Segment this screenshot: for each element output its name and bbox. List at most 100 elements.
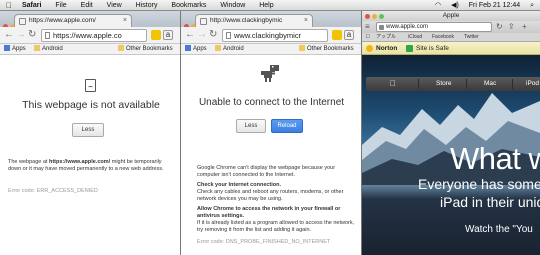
- page-content: Unable to connect to the Internet Less R…: [181, 55, 361, 255]
- address-bar[interactable]: https://www.apple.co: [41, 29, 147, 42]
- forward-icon[interactable]: →: [197, 29, 207, 41]
- norton-check-icon: [366, 45, 373, 52]
- folder-icon: [118, 45, 124, 51]
- star-icon[interactable]: [151, 30, 161, 40]
- bookmark-android[interactable]: Android: [215, 44, 244, 55]
- reload-icon[interactable]: ↻: [28, 29, 36, 41]
- address-text: www.clackingbymicr: [234, 31, 302, 40]
- hero-subtitle-line-1: Everyone has somethi: [418, 176, 540, 192]
- toolbar: ← → ↻ https://www.apple.co a: [0, 27, 180, 44]
- menu-view[interactable]: View: [107, 2, 122, 9]
- sad-page-icon: [85, 79, 96, 92]
- address-bar[interactable]: www.clackingbymicr: [222, 29, 328, 42]
- menu-history[interactable]: History: [136, 2, 158, 9]
- watch-video-link[interactable]: Watch the "You: [465, 224, 533, 235]
- reload-icon[interactable]: ↻: [496, 21, 503, 33]
- folder-icon: [34, 45, 40, 51]
- nav-store[interactable]: Store: [436, 77, 452, 91]
- error-card: This webpage is not available Less The w…: [8, 73, 174, 253]
- check-connection-title: Check your Internet connection.: [197, 182, 282, 188]
- hero-subtitle-line-2: iPad in their uniqu: [440, 194, 540, 210]
- error-code: Error code: ERR_ACCESS_DENIED: [8, 188, 98, 194]
- error-intro: Google Chrome can't display the webpage …: [197, 165, 336, 178]
- bookmark-facebook[interactable]: Facebook: [432, 33, 454, 42]
- norton-label[interactable]: Norton: [376, 42, 397, 55]
- bookmark-other[interactable]: Other Bookmarks: [118, 44, 173, 55]
- bookmark-apps[interactable]: Apps: [185, 44, 207, 55]
- bookmark-icloud[interactable]: iCloud: [408, 33, 422, 42]
- menu-bookmarks[interactable]: Bookmarks: [171, 2, 206, 9]
- tab-strip: https://www.apple.com/ ×: [0, 11, 180, 29]
- wifi-icon[interactable]: ◠: [435, 2, 441, 9]
- apple-logo-icon[interactable]: : [390, 77, 396, 91]
- volume-icon[interactable]: ◀): [451, 2, 459, 9]
- menu-file[interactable]: File: [55, 2, 66, 9]
- address-bar[interactable]: www.apple.com: [376, 22, 492, 32]
- back-icon[interactable]: ←: [4, 29, 14, 41]
- reload-button[interactable]: Reload: [271, 119, 303, 133]
- bookmark-twitter[interactable]: Twitter: [464, 33, 479, 42]
- bookmark-other[interactable]: Other Bookmarks: [299, 44, 354, 55]
- menu-bar:  Safari File Edit View History Bookmark…: [0, 0, 540, 11]
- menu-safari[interactable]: Safari: [22, 2, 41, 9]
- error-code: Error code: DNS_PROBE_FINISHED_NO_INTERN…: [197, 239, 331, 245]
- tab-apple[interactable]: https://www.apple.com/ ×: [14, 14, 132, 27]
- page-content: This webpage is not available Less The w…: [0, 55, 180, 255]
- clock[interactable]: Fri Feb 21 12:44: [469, 2, 520, 9]
- address-text: https://www.apple.co: [53, 31, 122, 40]
- bookmarks-bar: Apps Android Other Bookmarks: [181, 44, 361, 55]
- nav-ipod[interactable]: iPod: [526, 77, 539, 91]
- apps-icon: [4, 45, 10, 51]
- menu-help[interactable]: Help: [259, 2, 273, 9]
- site-safe-label[interactable]: Site is Safe: [416, 42, 449, 55]
- tab-title: https://www.apple.com/: [29, 17, 96, 24]
- menu-items: Safari File Edit View History Bookmarks …: [22, 0, 286, 11]
- page-icon: [226, 32, 231, 39]
- check-connection-body: Check any cables and reboot any routers,…: [197, 189, 344, 202]
- chrome-window-access-denied: https://www.apple.com/ × ← → ↻ https://w…: [0, 11, 181, 255]
- window-title: Apple: [442, 12, 460, 19]
- apple-favicon-icon: [379, 25, 384, 30]
- spotlight-icon[interactable]: ⌕: [530, 2, 534, 9]
- close-icon[interactable]: ×: [304, 15, 308, 27]
- reading-list-icon[interactable]: □: [366, 33, 370, 42]
- menu-window[interactable]: Window: [220, 2, 245, 9]
- reload-icon[interactable]: ↻: [209, 29, 217, 41]
- sidebar-icon[interactable]: ≡: [365, 21, 370, 33]
- safari-window: Apple ≡ www.apple.com ↻ ⇪ + □ アップル iClou…: [362, 11, 540, 255]
- norton-toolbar: Norton Site is Safe: [362, 42, 540, 55]
- tab-strip: http://www.clackingbymic ×: [181, 11, 361, 29]
- dinosaur-icon: [261, 65, 279, 82]
- apple-menu-icon[interactable]: : [6, 0, 12, 11]
- less-button[interactable]: Less: [236, 119, 266, 133]
- allow-network-section: Allow Chrome to access the network in yo…: [197, 206, 355, 234]
- back-icon[interactable]: ←: [185, 29, 195, 41]
- tabs-icon[interactable]: +: [522, 21, 527, 33]
- bookmark-android[interactable]: Android: [34, 44, 63, 55]
- safari-toolbar: ≡ www.apple.com ↻ ⇪ +: [362, 21, 540, 33]
- menu-edit[interactable]: Edit: [81, 2, 93, 9]
- amazon-icon[interactable]: a: [163, 30, 173, 40]
- status-area: ◠ ◀) Fri Feb 21 12:44 ⌕: [427, 0, 534, 11]
- nav-mac[interactable]: Mac: [484, 77, 496, 91]
- chrome-window-no-internet: http://www.clackingbymic × ← → ↻ www.cla…: [181, 11, 362, 255]
- page-icon: [200, 18, 207, 25]
- less-button[interactable]: Less: [72, 123, 104, 137]
- amazon-icon[interactable]: a: [344, 30, 354, 40]
- hero-headline: What w: [450, 141, 540, 176]
- page-icon: [19, 18, 26, 25]
- folder-icon: [215, 45, 221, 51]
- desktop:  Safari File Edit View History Bookmark…: [0, 0, 540, 255]
- star-icon[interactable]: [332, 30, 342, 40]
- apple-homepage:  Store Mac iPod What w Everyone has som…: [362, 55, 540, 255]
- apps-icon: [185, 45, 191, 51]
- forward-icon[interactable]: →: [16, 29, 26, 41]
- safe-icon: [406, 45, 413, 52]
- share-icon[interactable]: ⇪: [508, 21, 515, 33]
- bookmark-apple-jp[interactable]: アップル: [376, 33, 396, 42]
- bookmark-apps[interactable]: Apps: [4, 44, 26, 55]
- close-icon[interactable]: ×: [123, 15, 127, 27]
- safari-bookmarks-bar: □ アップル iCloud Facebook Twitter: [362, 33, 540, 42]
- tab-clacking[interactable]: http://www.clackingbymic ×: [195, 14, 313, 27]
- address-text: www.apple.com: [386, 24, 429, 30]
